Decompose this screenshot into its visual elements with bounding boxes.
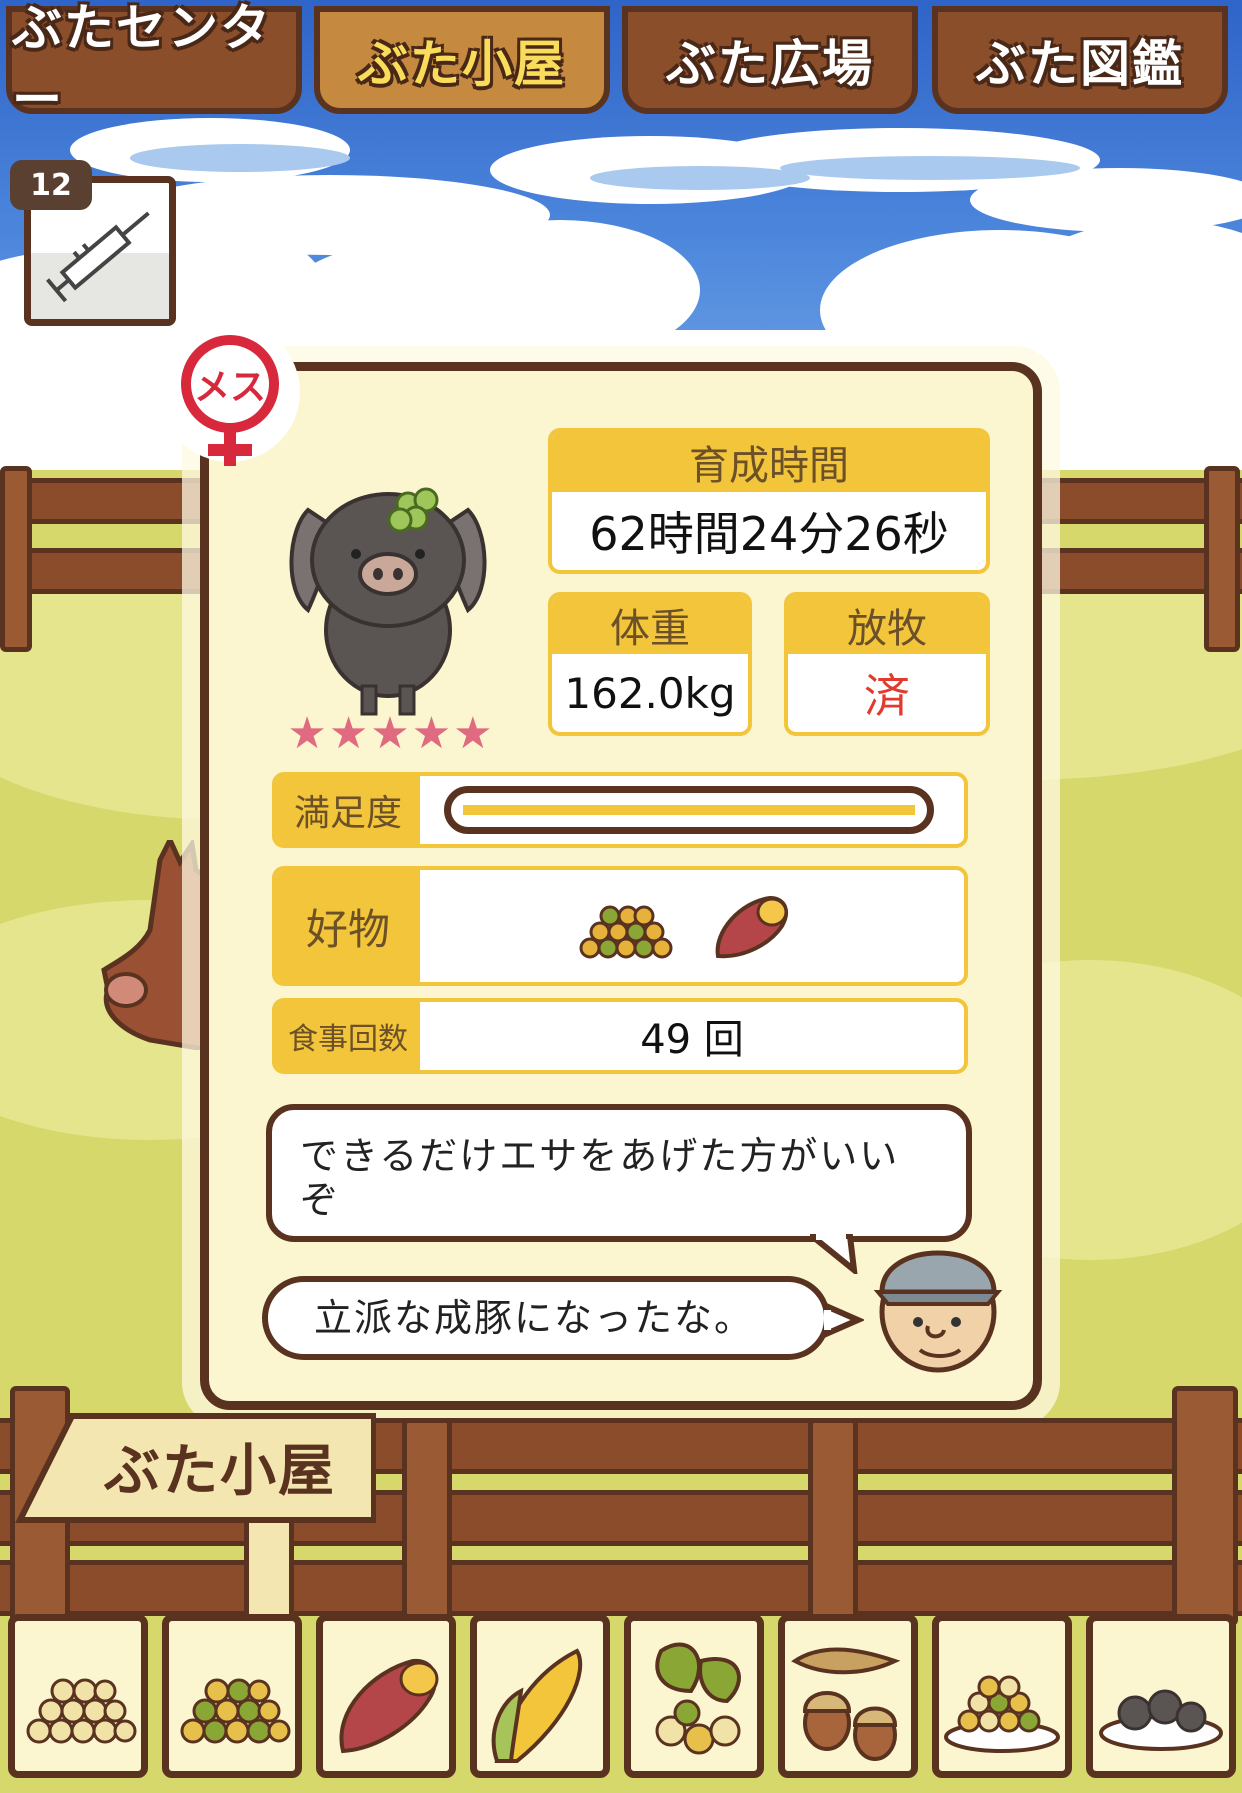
meal-count-panel: 食事回数 49 回: [272, 998, 968, 1074]
grazing-panel: 放牧 済: [784, 592, 990, 736]
grain-plate-icon: [944, 1675, 1060, 1753]
food-slot-nuts[interactable]: [624, 1614, 764, 1778]
fence-post: [1172, 1386, 1238, 1626]
favorite-food-panel: 好物: [272, 866, 968, 986]
female-badge: メス: [156, 322, 304, 470]
rating-stars: ★★★★★: [287, 708, 495, 759]
syringe-count-badge: 12: [10, 160, 92, 210]
sweet-potato-icon: [715, 895, 788, 959]
growth-time-value: 62時間24分26秒: [589, 507, 949, 561]
weight-panel: 体重 162.0kg: [548, 592, 752, 736]
food-slot-acorn[interactable]: [778, 1614, 918, 1778]
tab-buta-koya[interactable]: ぶた小屋: [314, 6, 610, 114]
advice-bubble-tail: [810, 1234, 858, 1274]
fence-post: [0, 466, 32, 652]
comment-bubble: 立派な成豚になったな。: [262, 1276, 830, 1360]
mixed-grain-icon: [26, 1678, 137, 1744]
fence-post: [402, 1418, 452, 1628]
tab-buta-zukan[interactable]: ぶた図鑑: [932, 6, 1228, 114]
acorn-icon: [791, 1647, 901, 1761]
fence-rail: [0, 1560, 1242, 1616]
satisfaction-bar: [444, 786, 934, 834]
corn-icon: [491, 1648, 583, 1763]
meatball-plate-icon: [1099, 1689, 1223, 1751]
advice-bubble: できるだけエサをあげた方がいいぞ: [266, 1104, 972, 1242]
food-slot-grain-plate[interactable]: [932, 1614, 1072, 1778]
food-slot-green-grain[interactable]: [162, 1614, 302, 1778]
farmer-icon: [873, 1250, 1003, 1373]
sign-post: [244, 1512, 294, 1622]
meal-count-label: 食事回数: [276, 1002, 420, 1070]
food-slot-sweet-potato[interactable]: [316, 1614, 456, 1778]
beans-icon: [579, 905, 673, 959]
satisfaction-panel: 満足度: [272, 772, 968, 848]
food-slot-corn[interactable]: [470, 1614, 610, 1778]
satisfaction-label: 満足度: [276, 776, 420, 844]
gender-label: メス: [193, 367, 266, 408]
pig-portrait-icon: [289, 487, 487, 716]
nut-leaf-icon: [655, 1642, 741, 1755]
grazing-label: 放牧: [788, 596, 986, 654]
growth-time-label: 育成時間: [552, 432, 986, 492]
comment-bubble-tail: [824, 1302, 864, 1339]
favorite-food-label: 好物: [276, 870, 420, 982]
fence-post: [1204, 466, 1240, 652]
sweet-potato-icon: [339, 1658, 439, 1754]
weight-label: 体重: [552, 596, 748, 654]
meal-count-value: 49 回: [640, 1017, 744, 1063]
satisfaction-bar-fill: [463, 805, 915, 815]
tab-buta-center[interactable]: ぶたセンター: [6, 0, 302, 129]
food-slot-mixed-grain[interactable]: [8, 1614, 148, 1778]
sign-label: ぶた小屋: [104, 1439, 336, 1504]
tab-buta-hiroba[interactable]: ぶた広場: [622, 6, 918, 114]
fence-post: [808, 1418, 858, 1628]
grazing-value: 済: [864, 669, 910, 723]
green-grain-icon: [180, 1678, 291, 1744]
weight-value: 162.0kg: [564, 668, 736, 718]
growth-time-panel: 育成時間 62時間24分26秒: [548, 428, 990, 574]
food-slot-meatball[interactable]: [1086, 1614, 1236, 1778]
